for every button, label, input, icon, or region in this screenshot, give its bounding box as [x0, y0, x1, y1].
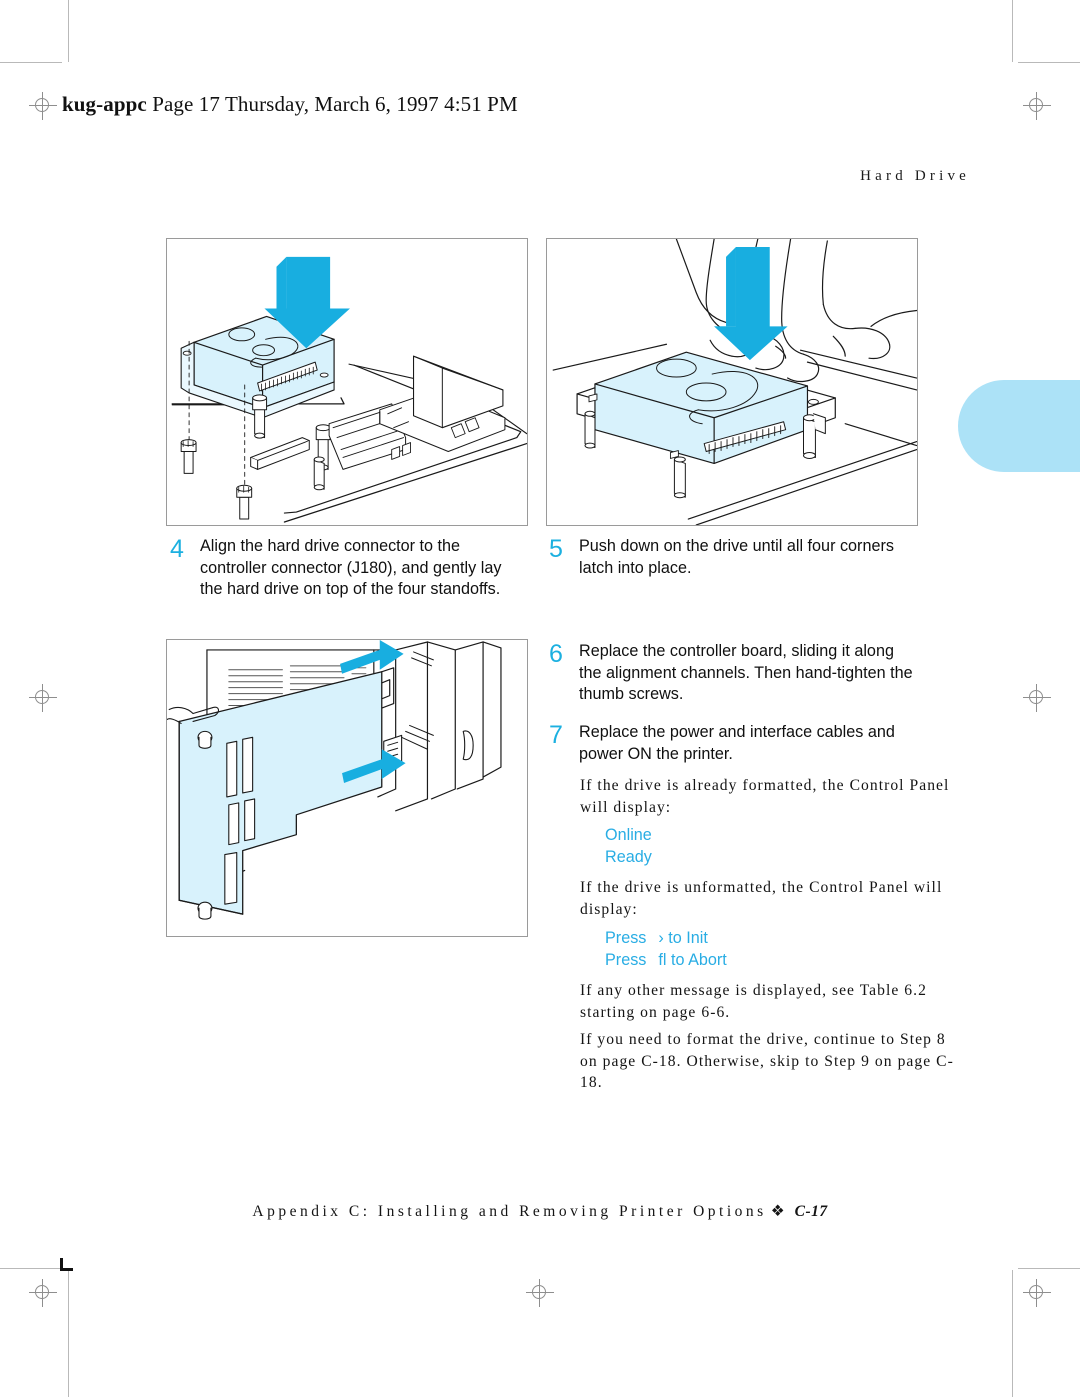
- step-6: 6 Replace the controller board, sliding …: [549, 641, 919, 706]
- footer-text: Appendix C: Installing and Removing Prin…: [252, 1203, 767, 1220]
- panel-message-abort: Press fl to Abort: [605, 949, 727, 971]
- registration-vline: [1036, 684, 1037, 712]
- trim-line-right: [1012, 0, 1013, 62]
- panel-message-abort-key: fl: [658, 951, 667, 969]
- panel-message-online: Online: [605, 826, 652, 844]
- hard-drive-press-figure: [546, 238, 918, 526]
- registration-hline: [29, 697, 57, 698]
- registration-mark-top-right: [1022, 91, 1052, 121]
- registration-mark-bottom-center: [525, 1278, 555, 1308]
- registration-vline: [1036, 1279, 1037, 1307]
- note-other-message: If any other message is displayed, see T…: [580, 982, 927, 1021]
- trim-line-bottom-left: [0, 1268, 62, 1269]
- step-5: 5 Push down on the drive until all four …: [549, 536, 919, 579]
- registration-mark-mid-right: [1022, 683, 1052, 713]
- registration-hline: [29, 105, 57, 106]
- note-formatted-intro: If the drive is already formatted, the C…: [580, 777, 950, 816]
- step-6-text: Replace the controller board, sliding it…: [579, 642, 913, 703]
- registration-vline: [42, 92, 43, 120]
- registration-vline: [539, 1279, 540, 1307]
- down-arrow-icon: [714, 246, 788, 361]
- file-stamp-rest: Page 17 Thursday, March 6, 1997 4:51 PM: [152, 92, 518, 116]
- registration-mark-bottom-right: [1022, 1278, 1052, 1308]
- registration-mark-mid-left: [28, 683, 58, 713]
- trim-line-right-lower: [1012, 1270, 1013, 1397]
- panel-message-abort-suffix: to Abort: [670, 951, 727, 969]
- registration-hline: [1023, 1292, 1051, 1293]
- chapter-thumb-tab: [958, 380, 1080, 472]
- registration-hline: [1023, 105, 1051, 106]
- step-4-text: Align the hard drive connector to the co…: [200, 537, 502, 598]
- registration-hline: [526, 1292, 554, 1293]
- registration-vline: [1036, 92, 1037, 120]
- note-format-continue: If you need to format the drive, continu…: [580, 1031, 954, 1091]
- note-unformatted-intro: If the drive is unformatted, the Control…: [580, 879, 943, 918]
- registration-hline: [29, 1292, 57, 1293]
- registration-vline: [42, 1279, 43, 1307]
- panel-message-init-suffix: to Init: [668, 929, 708, 947]
- step-7-number: 7: [549, 721, 563, 749]
- trim-line-left: [68, 0, 69, 62]
- trim-line-bottom-right: [1018, 1268, 1080, 1269]
- step-5-text: Push down on the drive until all four co…: [579, 537, 894, 577]
- registration-mark-bottom-left: [28, 1278, 58, 1308]
- trim-line-top-left: [0, 62, 62, 63]
- panel-message-abort-prefix: Press: [605, 951, 647, 969]
- trim-line-left-lower: [68, 1270, 69, 1397]
- trim-line-top-right: [1018, 62, 1080, 63]
- file-stamp: kug-appc Page 17 Thursday, March 6, 1997…: [62, 92, 518, 117]
- page-footer: Appendix C: Installing and Removing Prin…: [0, 1202, 1080, 1221]
- step-7-text: Replace the power and interface cables a…: [579, 723, 895, 763]
- step-6-number: 6: [549, 640, 563, 668]
- file-stamp-filename: kug-appc: [62, 92, 147, 116]
- footer-separator-icon: ❖: [770, 1203, 785, 1220]
- step-4: 4 Align the hard drive connector to the …: [170, 536, 520, 601]
- step-4-number: 4: [170, 535, 184, 563]
- panel-message-unformatted: Press › to Init Press fl to Abort: [605, 927, 727, 971]
- hard-drive-align-figure: [166, 238, 528, 526]
- page-folio: C-17: [794, 1203, 828, 1220]
- registration-mark-top-left: [28, 91, 58, 121]
- registration-vline: [42, 684, 43, 712]
- panel-message-init-prefix: Press: [605, 929, 647, 947]
- controller-board-install-figure: [166, 639, 528, 937]
- step-7: 7 Replace the power and interface cables…: [549, 722, 919, 765]
- running-head: Hard Drive: [860, 168, 970, 184]
- registration-hline: [1023, 697, 1051, 698]
- panel-message-formatted: Online Ready: [605, 824, 652, 868]
- crop-mark-bottom-left: [60, 1258, 73, 1271]
- panel-message-init: Press › to Init: [605, 927, 727, 949]
- panel-message-ready: Ready: [605, 848, 652, 866]
- panel-message-init-key: ›: [658, 929, 664, 947]
- step-5-number: 5: [549, 535, 563, 563]
